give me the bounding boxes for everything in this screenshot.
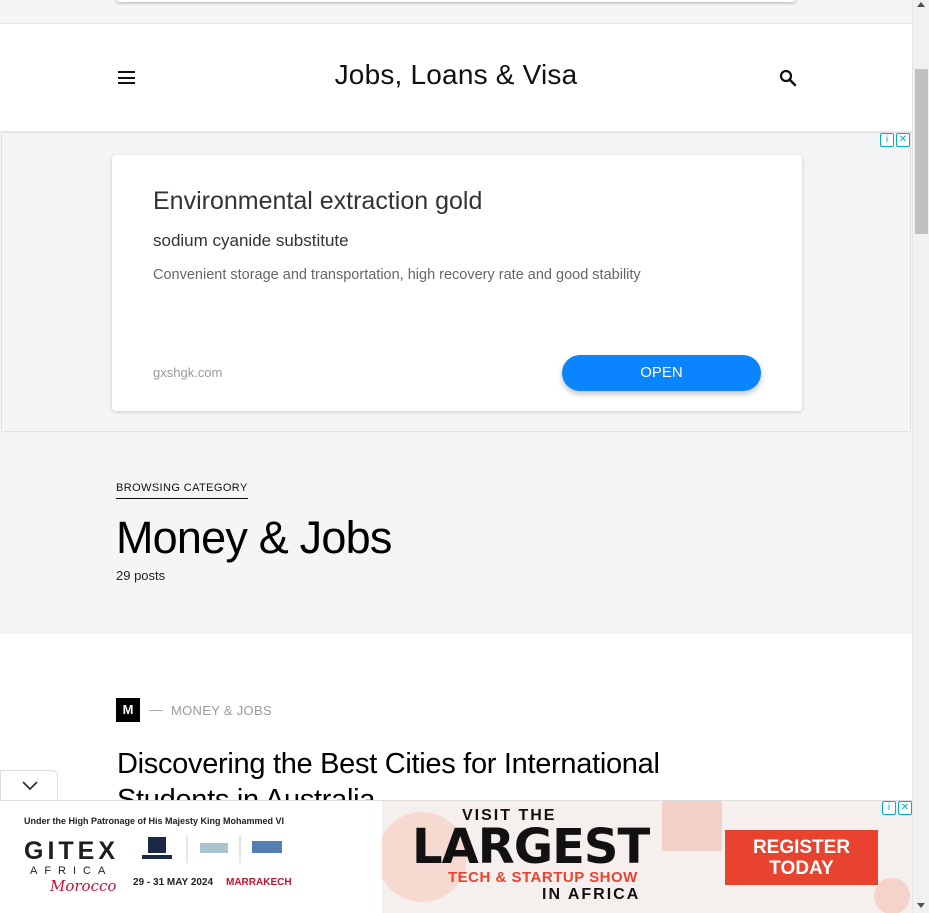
display-ad: i ✕ Environmental extraction gold sodium… bbox=[1, 132, 911, 432]
scroll-down-arrow-icon[interactable] bbox=[917, 903, 925, 908]
post-count: 29 posts bbox=[116, 568, 166, 583]
ad-close-icon[interactable]: ✕ bbox=[896, 133, 910, 147]
search-icon[interactable] bbox=[779, 69, 797, 87]
bottom-banner-ad[interactable]: Under the High Patronage of His Majesty … bbox=[0, 800, 912, 913]
category-dash: — bbox=[149, 701, 163, 717]
ad-card[interactable]: Environmental extraction gold sodium cya… bbox=[112, 155, 802, 411]
ad-open-button[interactable]: OPEN bbox=[562, 355, 761, 391]
banner-brand-sub: AFRICA bbox=[30, 865, 113, 877]
banner-left-panel: Under the High Patronage of His Majesty … bbox=[0, 801, 382, 913]
page-title: Money & Jobs bbox=[116, 512, 392, 563]
banner-info-icon[interactable]: i bbox=[882, 801, 896, 815]
banner-in-africa: IN AFRICA bbox=[542, 886, 641, 903]
browsing-category-label: BROWSING CATEGORY bbox=[116, 482, 248, 499]
register-today-button[interactable]: REGISTER TODAY bbox=[725, 830, 878, 885]
banner-close-icon[interactable]: ✕ bbox=[898, 801, 912, 815]
post-title-link[interactable]: Discovering the Best Cities for Internat… bbox=[117, 746, 757, 802]
banner-dates: 29 - 31 MAY 2024 bbox=[133, 877, 214, 888]
collapse-banner-button[interactable] bbox=[0, 770, 58, 800]
ad-info-icon[interactable]: i bbox=[880, 133, 894, 147]
vertical-scrollbar[interactable] bbox=[912, 0, 929, 913]
banner-largest: LARGEST bbox=[412, 819, 650, 875]
post-category-link[interactable]: MONEY & JOBS bbox=[171, 703, 272, 718]
banner-ad-choices[interactable]: i ✕ bbox=[882, 801, 912, 815]
ad-description: Convenient storage and transportation, h… bbox=[153, 267, 641, 283]
ad-subheadline: sodium cyanide substitute bbox=[153, 231, 349, 250]
previous-ad-strip bbox=[0, 0, 912, 24]
category-badge[interactable]: M bbox=[116, 698, 140, 722]
banner-tech: TECH & STARTUP SHOW bbox=[448, 869, 638, 886]
ad-choices[interactable]: i ✕ bbox=[880, 133, 910, 147]
ad-domain[interactable]: gxshgk.com bbox=[153, 365, 222, 380]
ad-headline[interactable]: Environmental extraction gold bbox=[153, 187, 482, 216]
page: Jobs, Loans & Visa i ✕ Environmental ext… bbox=[0, 0, 929, 913]
scroll-thumb[interactable] bbox=[915, 69, 928, 234]
chevron-down-icon bbox=[22, 781, 38, 791]
site-header: Jobs, Loans & Visa bbox=[0, 24, 912, 132]
post-list: M — MONEY & JOBS Discovering the Best Ci… bbox=[0, 634, 912, 804]
category-header: BROWSING CATEGORY Money & Jobs 29 posts bbox=[0, 432, 912, 634]
scroll-up-arrow-icon[interactable] bbox=[917, 2, 925, 7]
banner-brand: GITEX bbox=[24, 837, 120, 865]
banner-country: Morocco bbox=[50, 877, 117, 895]
previous-ad-card-edge bbox=[116, 0, 796, 2]
banner-right-panel: VISIT THE LARGEST TECH & STARTUP SHOW IN… bbox=[382, 801, 912, 913]
banner-patronage: Under the High Patronage of His Majesty … bbox=[24, 816, 285, 826]
banner-city: MARRAKECH bbox=[226, 877, 292, 888]
site-title[interactable]: Jobs, Loans & Visa bbox=[0, 59, 912, 91]
partner-logos-icon bbox=[142, 835, 282, 863]
